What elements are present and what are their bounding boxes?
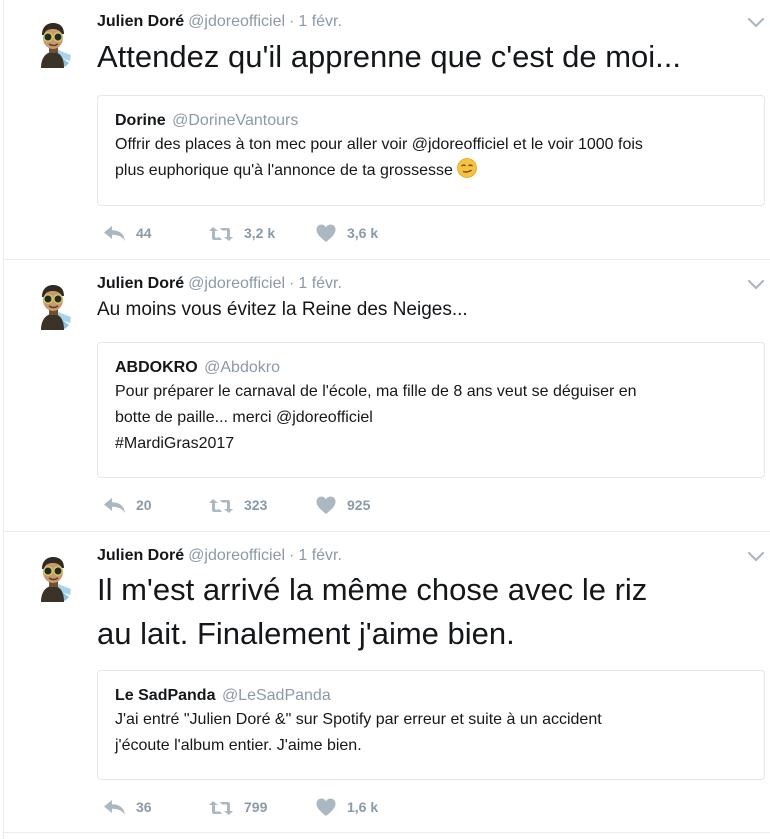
quoted-text-line: J'ai entré "Julien Doré &" sur Spotify p…: [115, 711, 602, 728]
retweet-button[interactable]: 799: [208, 796, 267, 818]
separator-dot: ·: [289, 13, 295, 30]
tweet-text: Il m'est arrivé la même chose avec le ri…: [97, 568, 647, 656]
quoted-tweet-header: Le SadPanda @LeSadPanda: [115, 685, 748, 707]
retweet-icon: [209, 227, 233, 241]
heart-icon: [316, 496, 336, 514]
retweet-count: 3,2 k: [244, 225, 276, 241]
like-count: 3,6 k: [347, 225, 379, 241]
quoted-tweet[interactable]: ABDOKRO @Abdokro Pour préparer le carnav…: [97, 342, 765, 478]
timeline: Julien Doré @jdoreofficiel · 1 févr. Attend…: [3, 0, 770, 839]
retweet-button[interactable]: 323: [208, 494, 267, 516]
quoted-text-line: Pour préparer le carnaval de l'école, ma…: [115, 383, 637, 400]
quoted-text-line-with-emoji: plus euphorique qu'à l'annonce de ta gro…: [115, 157, 748, 184]
reply-button[interactable]: 44: [102, 222, 152, 244]
quoted-tweet[interactable]: Le SadPanda @LeSadPanda J'ai entré "Juli…: [97, 670, 765, 780]
quoted-tweet-header: Dorine @DorineVantours: [115, 110, 748, 132]
quoted-tweet-header: ABDOKRO @Abdokro: [115, 357, 748, 379]
author-name[interactable]: Julien Doré: [97, 547, 184, 564]
tweet-text: Attendez qu'il apprenne que c'est de moi…: [97, 39, 681, 74]
like-button[interactable]: 1,6 k: [315, 796, 378, 818]
tweet[interactable]: Julien Doré @jdoreofficiel · 1 févr. Au moi…: [4, 260, 770, 532]
quoted-author-handle: @Abdokro: [204, 359, 280, 376]
tweet-actions: 36 799 1,6 k: [102, 796, 702, 818]
retweet-icon: [209, 801, 233, 815]
reply-button[interactable]: 20: [102, 494, 152, 516]
tweet-text: Au moins vous évitez la Reine des Neiges…: [97, 299, 468, 320]
author-handle[interactable]: @jdoreofficiel: [188, 547, 285, 564]
quoted-author-name: ABDOKRO: [115, 359, 198, 376]
heart-icon: [316, 224, 336, 242]
tweet-header: Julien Doré @jdoreofficiel · 1 févr.: [97, 545, 342, 567]
like-count: 1,6 k: [347, 799, 379, 815]
author-handle[interactable]: @jdoreofficiel: [188, 13, 285, 30]
tweet-timestamp[interactable]: 1 févr.: [298, 275, 342, 292]
tweet-header: Julien Doré @jdoreofficiel · 1 févr.: [97, 273, 342, 295]
reply-button[interactable]: 36: [102, 796, 152, 818]
quoted-author-handle: @DorineVantours: [172, 112, 299, 129]
quoted-author-name: Le SadPanda: [115, 687, 216, 704]
like-button[interactable]: 3,6 k: [315, 222, 378, 244]
retweet-button[interactable]: 3,2 k: [208, 222, 275, 244]
reply-icon: [104, 226, 125, 241]
quoted-text-line: plus euphorique qu'à l'annonce de ta gro…: [115, 162, 453, 179]
chevron-down-icon[interactable]: [747, 550, 765, 562]
quoted-tweet[interactable]: Dorine @DorineVantours Offrir des places…: [97, 95, 765, 206]
author-name[interactable]: Julien Doré: [97, 275, 184, 292]
avatar-icon[interactable]: [32, 283, 80, 331]
separator-dot: ·: [289, 547, 295, 564]
reply-icon: [104, 498, 125, 513]
quoted-tweet-text: Offrir des places à ton mec pour aller v…: [115, 132, 748, 184]
reply-count: 36: [136, 799, 152, 815]
quoted-text-line: botte de paille... merci @jdoreofficiel: [115, 409, 373, 426]
chevron-down-icon[interactable]: [747, 278, 765, 290]
tweet-timestamp[interactable]: 1 févr.: [298, 13, 342, 30]
tweet-text-line: au lait. Finalement j'aime bien.: [97, 616, 515, 651]
tweet-timestamp[interactable]: 1 févr.: [298, 547, 342, 564]
retweet-count: 323: [244, 497, 268, 513]
heart-icon: [316, 798, 336, 816]
tweet-header: Julien Doré @jdoreofficiel · 1 févr.: [97, 11, 342, 33]
quoted-author-name: Dorine: [115, 112, 166, 129]
quoted-text-line: j'écoute l'album entier. J'aime bien.: [115, 737, 362, 754]
chevron-down-icon[interactable]: [747, 16, 765, 28]
like-button[interactable]: 925: [315, 494, 370, 516]
tweet[interactable]: Julien Doré @jdoreofficiel · 1 févr. Il m'e…: [4, 532, 770, 833]
reply-count: 44: [136, 225, 152, 241]
reply-icon: [104, 800, 125, 815]
avatar-icon[interactable]: [32, 21, 80, 69]
separator-dot: ·: [289, 275, 295, 292]
quoted-hashtag[interactable]: #MardiGras2017: [115, 431, 748, 457]
tweet[interactable]: Julien Doré @jdoreofficiel · 1 févr. Attend…: [4, 0, 770, 260]
quoted-author-handle: @LeSadPanda: [221, 687, 331, 704]
smirking-face-emoji-icon: [456, 157, 478, 179]
tweet-actions: 44 3,2 k 3,6 k: [102, 222, 702, 244]
quoted-tweet-text: Pour préparer le carnaval de l'école, ma…: [115, 379, 748, 457]
avatar-icon[interactable]: [32, 555, 80, 603]
like-count: 925: [347, 497, 371, 513]
tweet-text-line: Il m'est arrivé la même chose avec le ri…: [97, 572, 648, 607]
quoted-tweet-text: J'ai entré "Julien Doré &" sur Spotify p…: [115, 707, 748, 759]
reply-count: 20: [136, 497, 152, 513]
retweet-icon: [209, 499, 233, 513]
quoted-text-line: Offrir des places à ton mec pour aller v…: [115, 136, 643, 153]
author-name[interactable]: Julien Doré: [97, 13, 184, 30]
author-handle[interactable]: @jdoreofficiel: [188, 275, 285, 292]
retweet-count: 799: [244, 799, 268, 815]
tweet-actions: 20 323 925: [102, 494, 702, 516]
